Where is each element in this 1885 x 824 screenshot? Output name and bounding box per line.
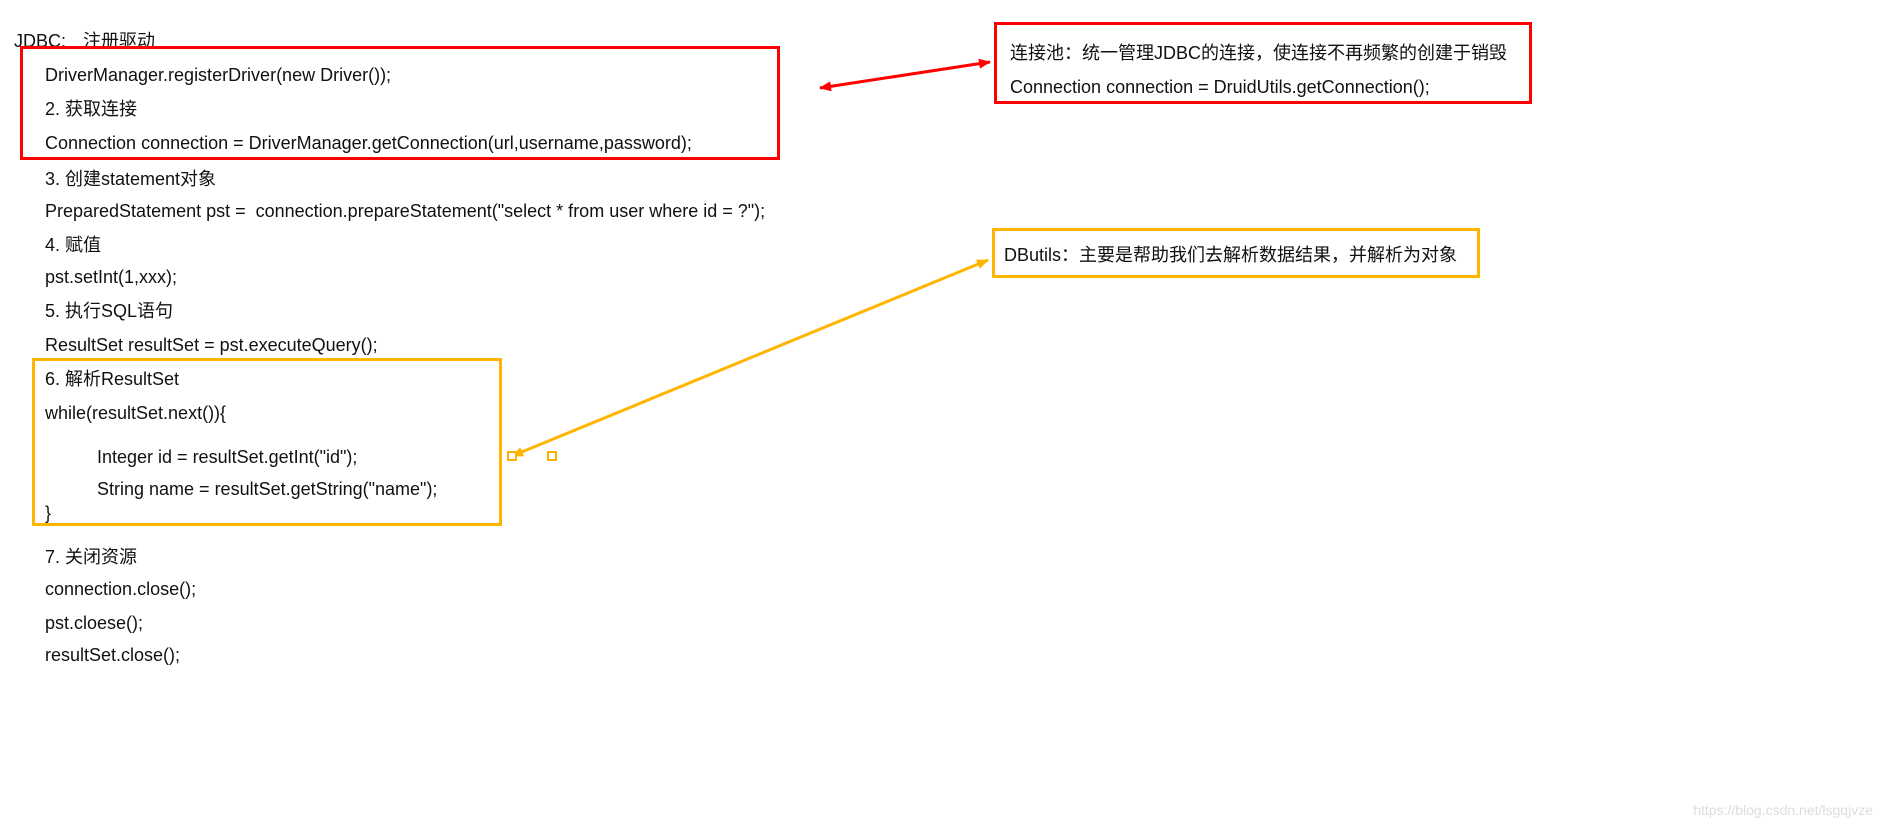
arrow-resultset-to-dbutils <box>512 260 988 456</box>
step7-code-c: resultSet.close(); <box>45 642 180 669</box>
step7-code-b: pst.cloese(); <box>45 610 143 637</box>
resultset-box <box>32 358 502 526</box>
diagram-canvas: JDBC: 注册驱动 DriverManager.registerDriver(… <box>0 0 1885 824</box>
step3-code: PreparedStatement pst = connection.prepa… <box>45 198 765 225</box>
step7-title: 7. 关闭资源 <box>45 544 137 571</box>
step3-title: 3. 创建statement对象 <box>45 166 216 193</box>
watermark-text: https://blog.csdn.net/lsgqjvze <box>1693 802 1873 818</box>
handle-icon <box>508 452 516 460</box>
step5-title: 5. 执行SQL语句 <box>45 298 173 325</box>
step4-title: 4. 赋值 <box>45 232 101 259</box>
pool-box <box>994 22 1532 104</box>
step5-code: ResultSet resultSet = pst.executeQuery()… <box>45 332 378 359</box>
step7-code-a: connection.close(); <box>45 576 196 603</box>
jdbc-connection-box <box>20 46 780 160</box>
dbutils-box <box>992 228 1480 278</box>
handle-icon <box>548 452 556 460</box>
arrow-jdbc-to-pool <box>820 62 990 88</box>
step4-code: pst.setInt(1,xxx); <box>45 264 177 291</box>
